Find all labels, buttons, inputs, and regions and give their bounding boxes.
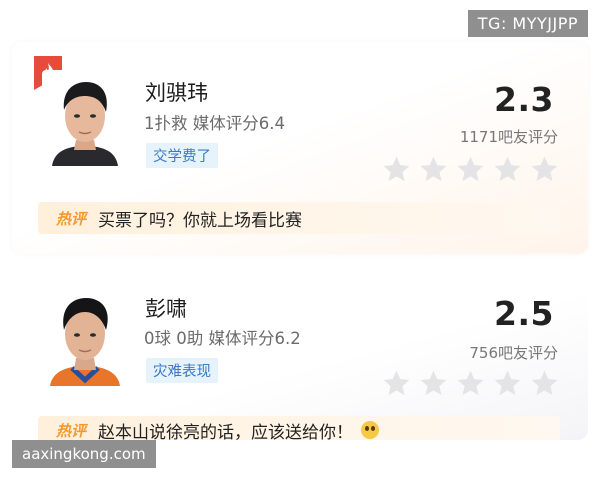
player-avatar xyxy=(42,290,128,386)
star-icon[interactable] xyxy=(455,154,486,185)
player-tag[interactable]: 交学费了 xyxy=(146,143,218,168)
player-tag[interactable]: 灾难表现 xyxy=(146,358,218,383)
star-rating[interactable] xyxy=(381,154,560,185)
hot-comment-label: 热评 xyxy=(56,421,87,440)
player-stats: 0球 0助 媒体评分6.2 xyxy=(144,329,301,348)
watermark-top: TG: MYYJJPP xyxy=(467,10,588,37)
hot-comment-text: 赵本山说徐亮的话，应该送给你！ xyxy=(98,422,354,441)
vote-count: 1171吧友评分 xyxy=(459,128,558,146)
hot-comment-text: 买票了吗？你就上场看比赛 xyxy=(98,210,303,231)
player-score: 2.3 xyxy=(494,80,554,119)
player-rating-card[interactable]: 彭啸 0球 0助 媒体评分6.2 灾难表现 2.5 756吧友评分 热评 赵本山… xyxy=(12,262,588,440)
star-rating[interactable] xyxy=(381,368,560,399)
player-stats: 1扑救 媒体评分6.4 xyxy=(144,114,285,133)
watermark-bottom: aaxingkong.com xyxy=(12,440,156,468)
star-icon[interactable] xyxy=(529,154,560,185)
star-icon[interactable] xyxy=(381,154,412,185)
star-icon[interactable] xyxy=(492,154,523,185)
star-icon[interactable] xyxy=(381,368,412,399)
hot-comment[interactable]: 热评 买票了吗？你就上场看比赛 xyxy=(38,202,560,234)
player-score: 2.5 xyxy=(494,294,554,333)
grimace-emoji-icon xyxy=(361,421,380,439)
hot-comment-label: 热评 xyxy=(56,209,87,228)
star-icon[interactable] xyxy=(455,368,486,399)
vote-count: 756吧友评分 xyxy=(469,344,558,362)
player-rating-card[interactable]: 刘骐玮 1扑救 媒体评分6.4 交学费了 2.3 1171吧友评分 热评 买票了… xyxy=(12,42,588,254)
star-icon[interactable] xyxy=(529,368,560,399)
hot-comment[interactable]: 热评 赵本山说徐亮的话，应该送给你！ xyxy=(38,416,560,440)
player-name[interactable]: 刘骐玮 xyxy=(145,77,208,107)
star-icon[interactable] xyxy=(418,368,449,399)
star-icon[interactable] xyxy=(418,154,449,185)
star-icon[interactable] xyxy=(492,368,523,399)
player-name[interactable]: 彭啸 xyxy=(145,293,187,323)
player-avatar xyxy=(42,70,128,166)
